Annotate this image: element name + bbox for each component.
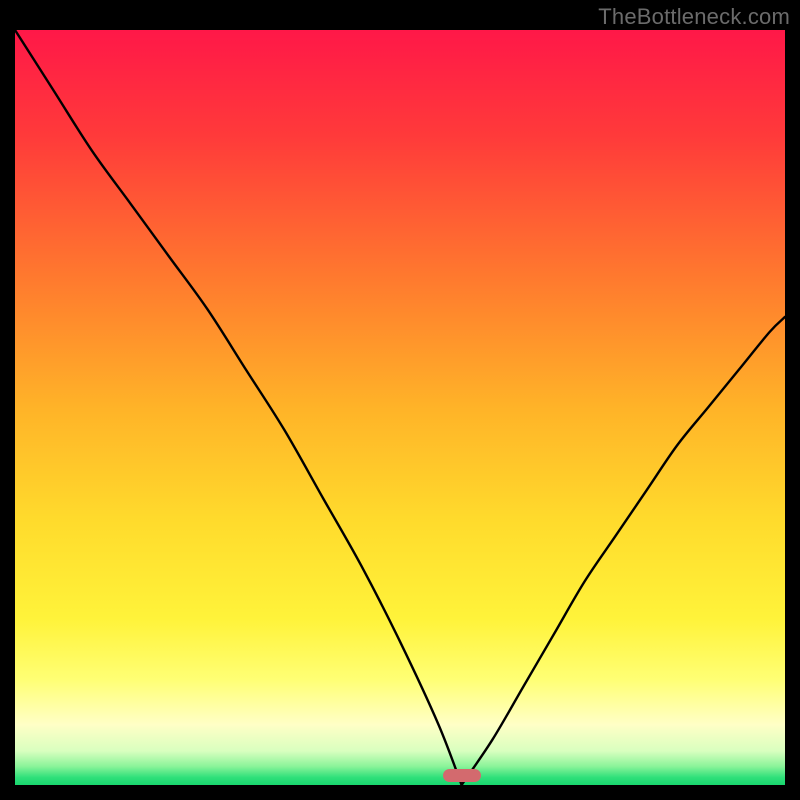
chart-frame: TheBottleneck.com (0, 0, 800, 800)
curve-minimum-marker (443, 769, 481, 782)
gradient-background (15, 30, 785, 785)
plot-area (15, 30, 785, 785)
plot-svg (15, 30, 785, 785)
watermark-text: TheBottleneck.com (598, 4, 790, 30)
